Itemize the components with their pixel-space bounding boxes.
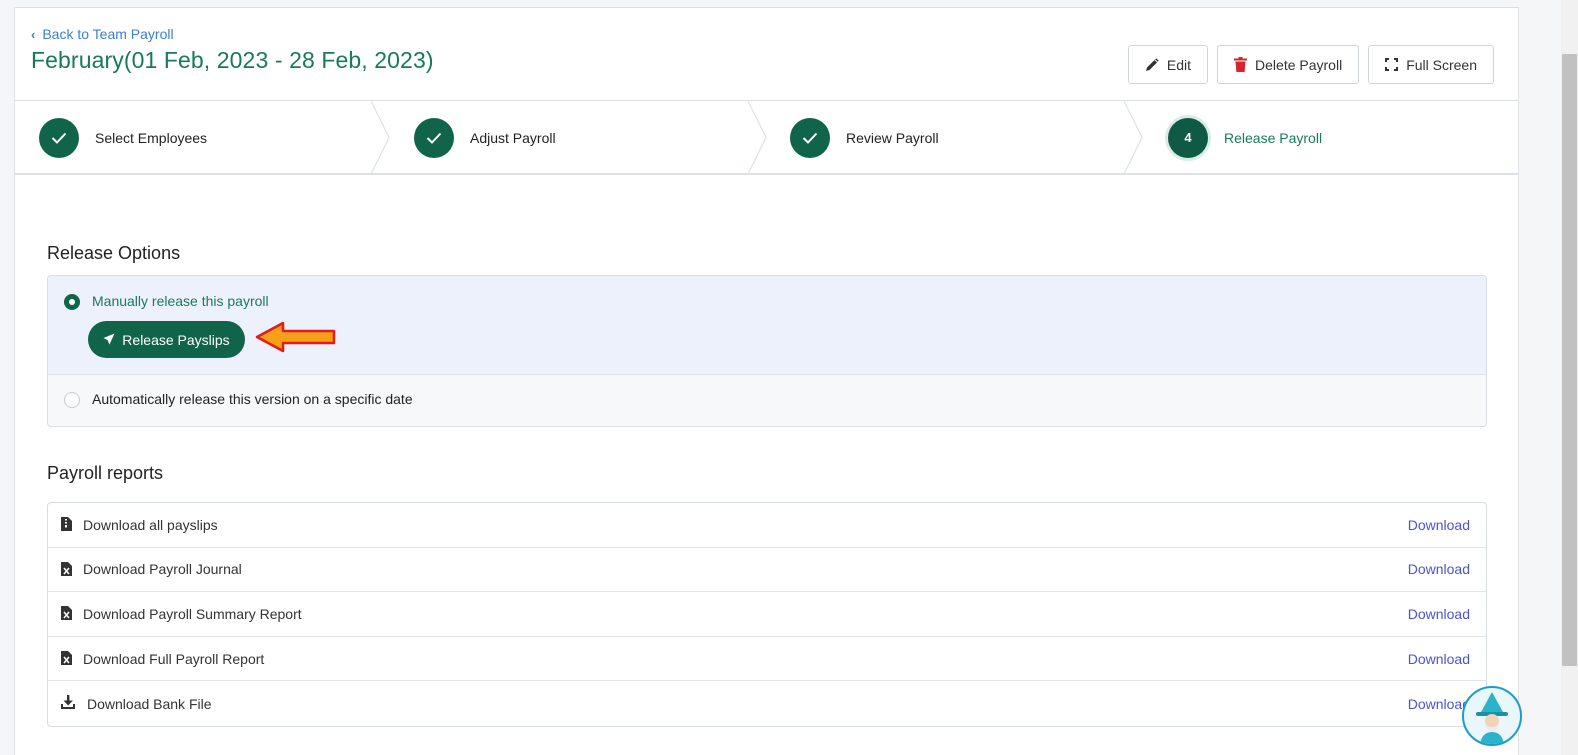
file-zip-icon	[61, 517, 72, 536]
chevron-left-icon: ‹	[31, 26, 36, 42]
report-row: Download Full Payroll Report Download	[48, 637, 1486, 682]
back-link-label: Back to Team Payroll	[42, 26, 174, 42]
step-review-payroll[interactable]: Review Payroll	[790, 101, 939, 174]
step-separator	[747, 101, 767, 174]
download-link[interactable]: Download	[1408, 517, 1470, 533]
step-number: 4	[1168, 117, 1208, 158]
step-label: Release Payroll	[1224, 129, 1323, 146]
report-label: Download Bank File	[87, 695, 212, 712]
step-release-payroll[interactable]: 4 Release Payroll	[1168, 101, 1322, 174]
report-row: Download all payslips Download	[48, 503, 1486, 548]
report-row: Download Payroll Summary Report Download	[48, 592, 1486, 637]
step-select-employees[interactable]: Select Employees	[39, 101, 207, 174]
back-link[interactable]: ‹ Back to Team Payroll	[31, 26, 174, 42]
delete-button-label: Delete Payroll	[1255, 56, 1343, 73]
report-label: Download Full Payroll Report	[83, 650, 265, 667]
release-payslips-label: Release Payslips	[122, 331, 230, 348]
payroll-stepper: Select Employees Adjust Payroll Review P…	[15, 100, 1518, 175]
file-excel-icon	[61, 561, 72, 581]
full-screen-label: Full Screen	[1406, 56, 1477, 73]
page-title: February(01 Feb, 2023 - 28 Feb, 2023)	[31, 47, 434, 73]
download-link[interactable]: Download	[1408, 696, 1470, 712]
scrollbar-thumb[interactable]	[1562, 54, 1577, 666]
download-link[interactable]: Download	[1408, 606, 1470, 622]
auto-release-option[interactable]: Automatically release this version on a …	[48, 375, 1486, 426]
checkmark-icon	[39, 117, 79, 158]
payroll-page: ‹ Back to Team Payroll February(01 Feb, …	[14, 7, 1519, 755]
payroll-reports-list: Download all payslips Download Download …	[47, 502, 1487, 727]
edit-button-label: Edit	[1166, 56, 1192, 73]
header-actions: Edit Delete Payroll Full Screen	[1127, 45, 1494, 84]
release-payslips-button[interactable]: Release Payslips	[88, 321, 245, 358]
report-label: Download Payroll Summary Report	[83, 605, 302, 622]
step-label: Adjust Payroll	[470, 129, 556, 146]
report-row: Download Payroll Journal Download	[48, 548, 1486, 593]
download-link[interactable]: Download	[1408, 651, 1470, 667]
edit-button[interactable]: Edit	[1127, 45, 1209, 84]
wizard-assistant-avatar-icon[interactable]	[1462, 686, 1522, 746]
release-options-title: Release Options	[47, 243, 181, 263]
manual-release-radio[interactable]	[64, 294, 80, 310]
download-icon	[61, 695, 75, 714]
file-excel-icon	[61, 650, 72, 670]
delete-payroll-button[interactable]: Delete Payroll	[1217, 45, 1360, 84]
step-separator	[1123, 101, 1143, 174]
pencil-icon	[1145, 57, 1159, 72]
file-excel-icon	[61, 606, 72, 625]
expand-icon	[1385, 58, 1399, 71]
checkmark-icon	[414, 117, 454, 158]
step-label: Review Payroll	[846, 129, 939, 146]
checkmark-icon	[790, 117, 830, 158]
step-label: Select Employees	[95, 129, 208, 146]
annotation-arrow-icon	[255, 321, 336, 353]
auto-release-radio[interactable]	[64, 392, 80, 408]
manual-release-label: Manually release this payroll	[92, 293, 269, 309]
step-separator	[370, 101, 390, 174]
payroll-reports-title: Payroll reports	[47, 463, 164, 483]
trash-icon	[1234, 57, 1248, 72]
report-label: Download all payslips	[83, 516, 218, 533]
auto-release-label: Automatically release this version on a …	[92, 391, 413, 407]
download-link[interactable]: Download	[1408, 561, 1470, 577]
paper-plane-icon	[103, 332, 115, 348]
report-row: Download Bank File Download	[48, 681, 1486, 726]
scrollbar[interactable]	[1561, 0, 1578, 755]
step-adjust-payroll[interactable]: Adjust Payroll	[414, 101, 556, 174]
report-label: Download Payroll Journal	[83, 561, 242, 578]
full-screen-button[interactable]: Full Screen	[1368, 45, 1494, 84]
